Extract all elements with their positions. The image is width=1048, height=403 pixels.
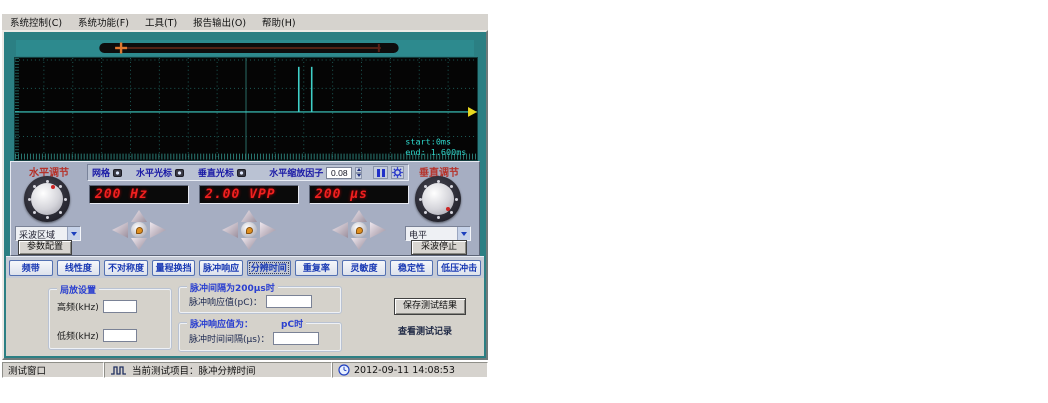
arrow-right-icon[interactable] — [150, 222, 166, 238]
scope-start-label: start:0ms — [405, 136, 451, 146]
frequency-readout: 200 Hz — [89, 185, 189, 204]
arrow-up-icon[interactable] — [351, 210, 367, 222]
arrow-left-icon[interactable] — [332, 222, 348, 238]
status-current-test: 当前测试项目：脉冲分辨时间 — [132, 363, 256, 377]
h-cursor-label: 水平光标 — [136, 166, 172, 179]
clock-icon — [338, 364, 350, 376]
tab-linearity[interactable]: 线性度 — [57, 260, 101, 276]
arrow-down-icon[interactable] — [131, 238, 147, 250]
pulse-response-value-label: 脉冲响应值(pC)： — [189, 295, 262, 308]
stop-acquisition-button[interactable]: 采波停止 — [411, 240, 467, 255]
high-freq-label: 高频(kHz) — [57, 300, 99, 313]
test-item-tabs: 频带 线性度 不对称度 量程换挡 脉冲响应 分辨时间 重复率 灵敏度 稳定性 低… — [6, 256, 484, 278]
zoom-factor-input[interactable] — [326, 167, 352, 179]
pulse-response-group: 脉冲响应值为：pC时 脉冲时间间隔(μs)： — [178, 322, 342, 352]
main-frame: start:0ms end: 1.600ms 水平调节 采波区域 参数配置 — [2, 30, 488, 360]
scope-end-label: end: 1.600ms — [405, 147, 466, 157]
tab-stability[interactable]: 稳定性 — [390, 260, 434, 276]
save-results-button[interactable]: 保存测试结果 — [394, 298, 466, 315]
settings-panel: 局放设置 高频(kHz) 低频(kHz) 脉冲间隔为200μs时 脉冲响应值(p… — [6, 278, 484, 356]
arrow-up-icon[interactable] — [241, 210, 257, 222]
sweep-area-value: 采波区域 — [16, 227, 67, 240]
pad-center-button[interactable] — [351, 222, 367, 238]
pd-settings-title: 局放设置 — [57, 283, 99, 296]
arrow-left-icon[interactable] — [222, 222, 238, 238]
control-panel: 水平调节 采波区域 参数配置 网格 水平光标 — [10, 161, 480, 256]
hand-icon — [246, 227, 253, 234]
high-freq-input[interactable] — [103, 300, 137, 313]
pause-icon[interactable] — [373, 166, 388, 179]
horizontal-adjust-knob[interactable] — [24, 176, 70, 222]
eye-icon[interactable] — [113, 169, 122, 177]
scope-toolbar: 网格 水平光标 垂直光标 水平缩放因子 — [87, 164, 409, 181]
chevron-down-icon[interactable] — [457, 227, 470, 240]
amplitude-readout: 2.00 VPP — [199, 185, 299, 204]
frequency-nav-pad[interactable] — [112, 210, 166, 250]
level-value: 电平 — [406, 227, 457, 240]
interval-nav-pad[interactable] — [332, 210, 386, 250]
horizontal-adjust-section: 水平调节 采波区域 参数配置 — [13, 162, 85, 257]
low-freq-input[interactable] — [103, 329, 137, 342]
knob-indicator — [446, 207, 450, 211]
pad-center-button[interactable] — [131, 222, 147, 238]
tab-pulse-response[interactable]: 脉冲响应 — [199, 260, 243, 276]
hand-icon — [136, 227, 143, 234]
zoom-factor-label: 水平缩放因子 — [269, 166, 323, 179]
tab-range-shift[interactable]: 量程换挡 — [152, 260, 196, 276]
v-cursor-label: 垂直光标 — [198, 166, 234, 179]
arrow-up-icon[interactable] — [131, 210, 147, 222]
arrow-right-icon[interactable] — [370, 222, 386, 238]
arrow-right-icon[interactable] — [260, 222, 276, 238]
pulse-interval-readout: 200 μs — [309, 185, 409, 204]
chevron-down-icon[interactable] — [67, 227, 80, 240]
zoom-factor-stepper[interactable] — [355, 167, 362, 179]
level-dropdown[interactable]: 电平 — [405, 226, 471, 241]
pulse-time-interval-input[interactable] — [273, 332, 319, 345]
oscilloscope-display[interactable]: start:0ms end: 1.600ms — [14, 57, 478, 161]
pulse-response-group-title: 脉冲响应值为：pC时 — [187, 317, 306, 330]
tab-sensitivity[interactable]: 灵敏度 — [342, 260, 386, 276]
vertical-adjust-section: 垂直调节 电平 采波停止 — [403, 162, 475, 257]
param-config-button[interactable]: 参数配置 — [18, 240, 72, 255]
tab-asymmetry[interactable]: 不对称度 — [104, 260, 148, 276]
sweep-area-dropdown[interactable]: 采波区域 — [15, 226, 81, 241]
waveform-pan-slider[interactable] — [16, 40, 474, 56]
pulse-interval-group-title: 脉冲间隔为200μs时 — [187, 281, 278, 294]
stepper-down-icon[interactable] — [355, 173, 362, 179]
status-timestamp: 2012-09-11 14:08:53 — [354, 365, 455, 376]
menu-help[interactable]: 帮助(H) — [254, 14, 304, 30]
arrow-down-icon[interactable] — [241, 238, 257, 250]
hand-icon — [356, 227, 363, 234]
pulse-time-interval-label: 脉冲时间间隔(μs)： — [189, 332, 269, 345]
tab-frequency-band[interactable]: 频带 — [9, 260, 53, 276]
pd-settings-group: 局放设置 高频(kHz) 低频(kHz) — [48, 288, 172, 350]
knob-indicator — [51, 185, 55, 189]
tab-resolution-time[interactable]: 分辨时间 — [247, 260, 291, 276]
tab-repetition-rate[interactable]: 重复率 — [295, 260, 339, 276]
pulse-wave-icon — [110, 365, 128, 375]
eye-icon[interactable] — [237, 169, 246, 177]
pulse-interval-group: 脉冲间隔为200μs时 脉冲响应值(pC)： — [178, 286, 342, 314]
menu-report-output[interactable]: 报告输出(O) — [185, 14, 254, 30]
menu-system-function[interactable]: 系统功能(F) — [70, 14, 137, 30]
knob-face — [31, 183, 63, 215]
grid-toggle-label: 网格 — [92, 166, 110, 179]
tab-low-voltage-impulse[interactable]: 低压冲击 — [437, 260, 481, 276]
menu-bar: 系统控制(C) 系统功能(F) 工具(T) 报告输出(O) 帮助(H) — [2, 14, 488, 30]
view-records-link[interactable]: 查看测试记录 — [398, 324, 452, 337]
low-freq-label: 低频(kHz) — [57, 329, 99, 342]
eye-icon[interactable] — [175, 169, 184, 177]
arrow-down-icon[interactable] — [351, 238, 367, 250]
vertical-adjust-knob[interactable] — [415, 176, 461, 222]
menu-tools[interactable]: 工具(T) — [137, 14, 185, 30]
test-application-window: 系统控制(C) 系统功能(F) 工具(T) 报告输出(O) 帮助(H) — [2, 14, 488, 378]
status-window-label: 测试窗口 — [8, 363, 46, 377]
menu-system-control[interactable]: 系统控制(C) — [2, 14, 70, 30]
arrow-left-icon[interactable] — [112, 222, 128, 238]
amplitude-nav-pad[interactable] — [222, 210, 276, 250]
pulse-response-value-input[interactable] — [266, 295, 312, 308]
status-bar: 测试窗口 当前测试项目：脉冲分辨时间 2012-09-11 14:08:53 — [2, 362, 488, 378]
pad-center-button[interactable] — [241, 222, 257, 238]
